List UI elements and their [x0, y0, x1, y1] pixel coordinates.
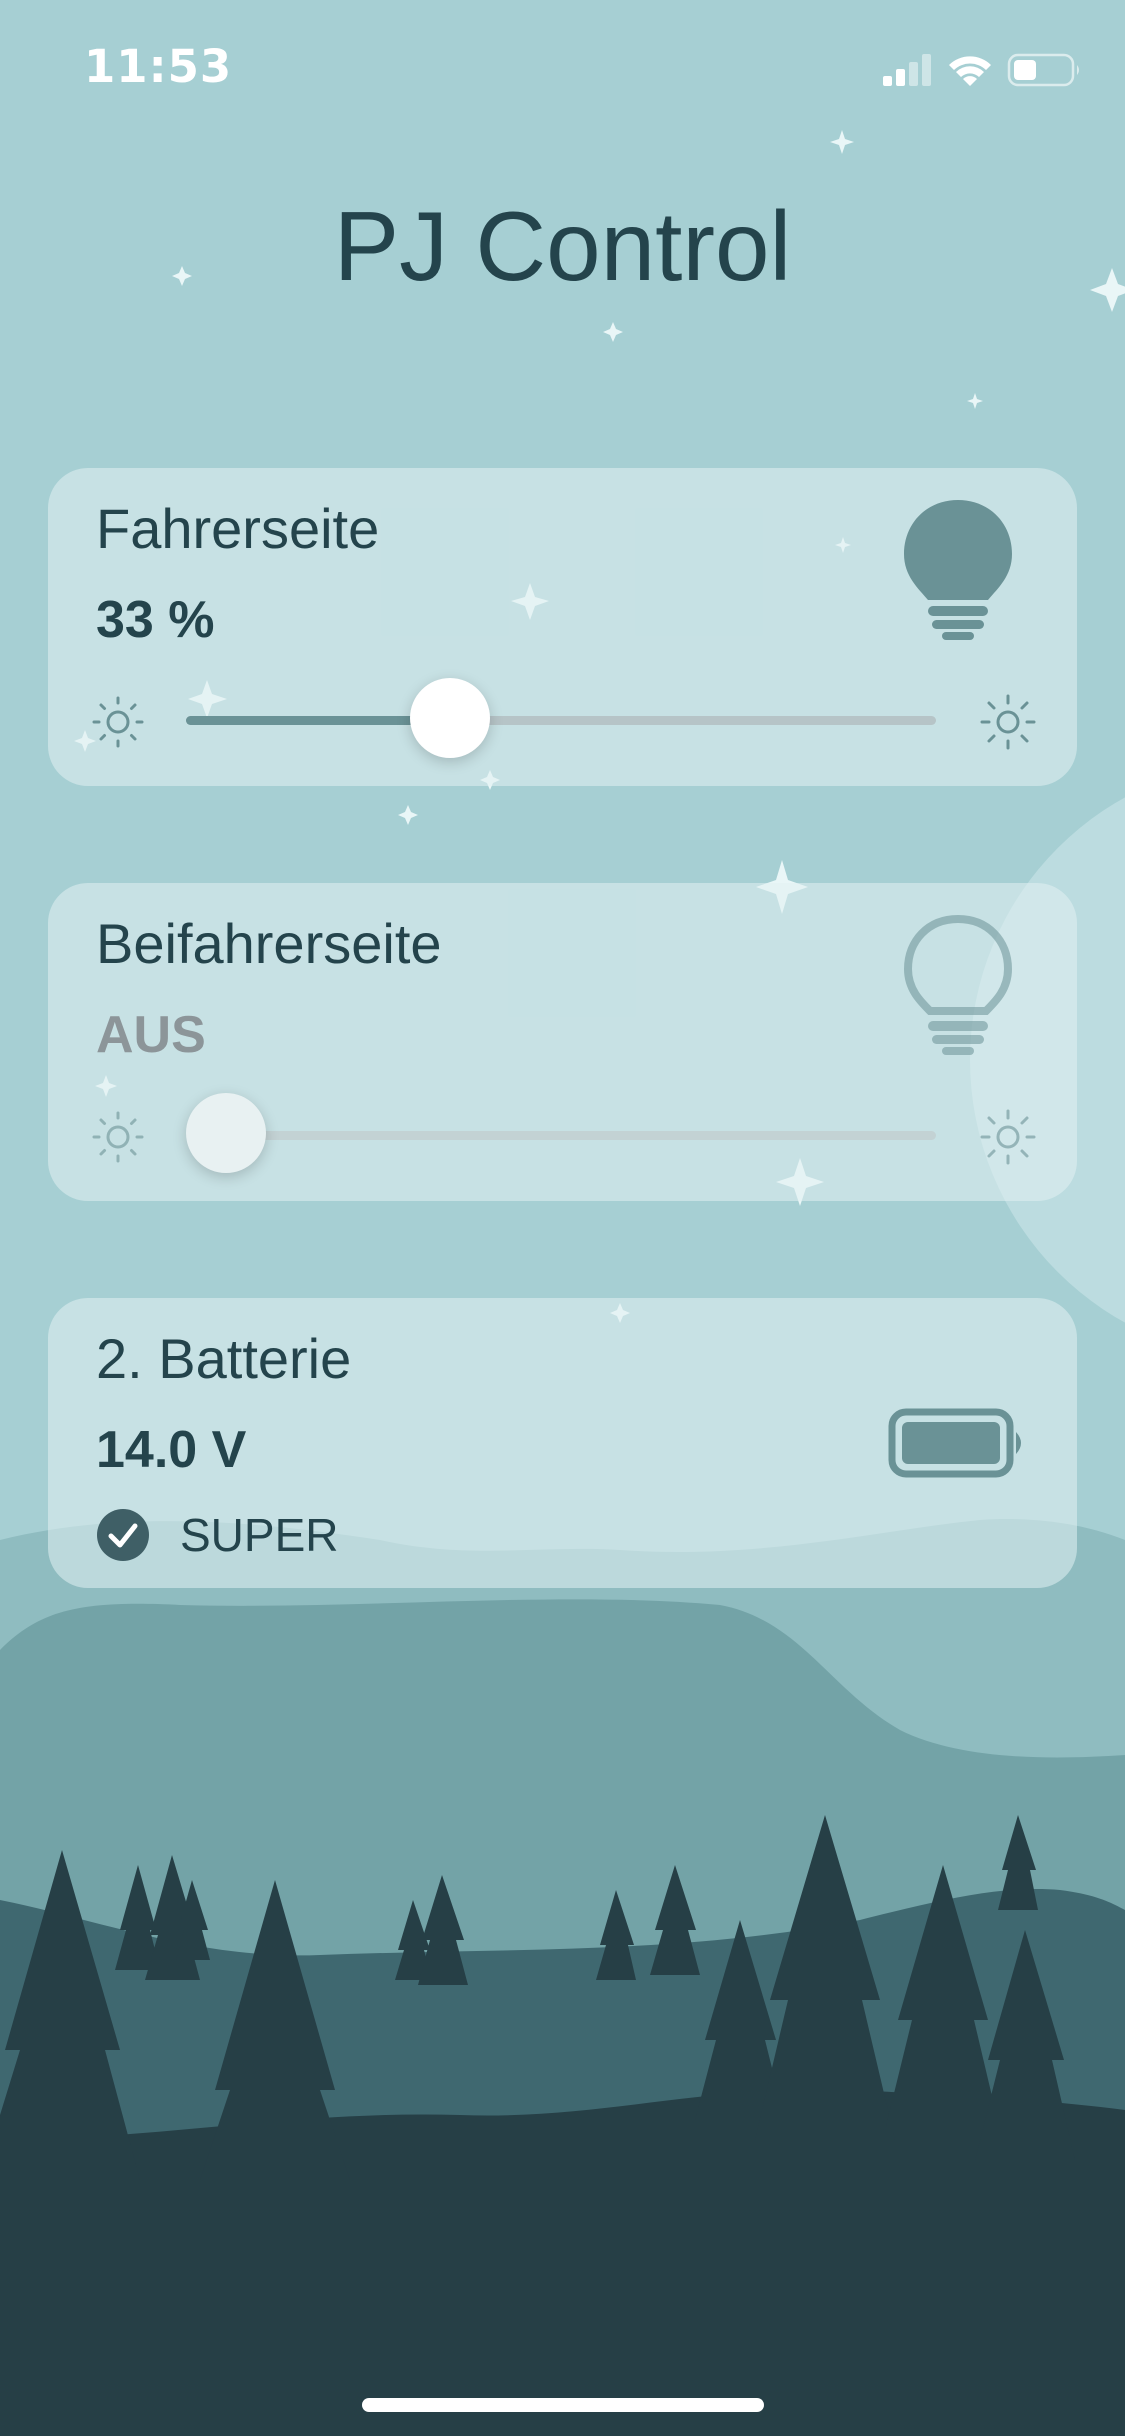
background-scenery — [0, 0, 1125, 2436]
slider-fill — [186, 716, 448, 725]
light-card-fahrerseite: Fahrerseite 33 % — [48, 468, 1077, 786]
app-screen: 11:53 PJ Control Fahrerseite 33 % Beifah… — [0, 0, 1125, 2436]
brightness-low-icon — [92, 696, 144, 748]
battery-card: 2. Batterie 14.0 V SUPER — [48, 1298, 1077, 1588]
light-level-value: AUS — [96, 1006, 206, 1064]
wifi-icon — [949, 56, 991, 86]
status-icons — [883, 50, 1083, 90]
slider-thumb[interactable] — [186, 1093, 266, 1173]
cellular-signal-icon — [883, 54, 931, 86]
slider-thumb[interactable] — [410, 678, 490, 758]
bulb-filled-icon[interactable] — [898, 496, 1018, 641]
brightness-high-icon — [980, 1109, 1036, 1165]
check-circle-icon — [97, 1509, 149, 1561]
light-card-title: Beifahrerseite — [96, 912, 442, 975]
battery-full-icon — [888, 1408, 1021, 1478]
brightness-low-icon — [92, 1111, 144, 1163]
battery-voltage-value: 14.0 V — [96, 1421, 247, 1479]
light-level-value: 33 % — [96, 591, 215, 649]
slider-track[interactable] — [186, 1131, 936, 1140]
page-title: PJ Control — [333, 191, 792, 301]
foreground-ground — [0, 2089, 1125, 2436]
light-card-beifahrerseite: Beifahrerseite AUS — [48, 883, 1077, 1201]
brightness-high-icon — [980, 694, 1036, 750]
light-card-title: Fahrerseite — [96, 497, 380, 560]
status-time: 11:53 — [84, 40, 233, 93]
home-indicator[interactable] — [362, 2398, 764, 2412]
battery-card-title: 2. Batterie — [96, 1327, 352, 1390]
battery-icon — [1007, 53, 1079, 87]
bulb-outline-icon[interactable] — [898, 911, 1018, 1056]
battery-status-label: SUPER — [180, 1509, 339, 1561]
